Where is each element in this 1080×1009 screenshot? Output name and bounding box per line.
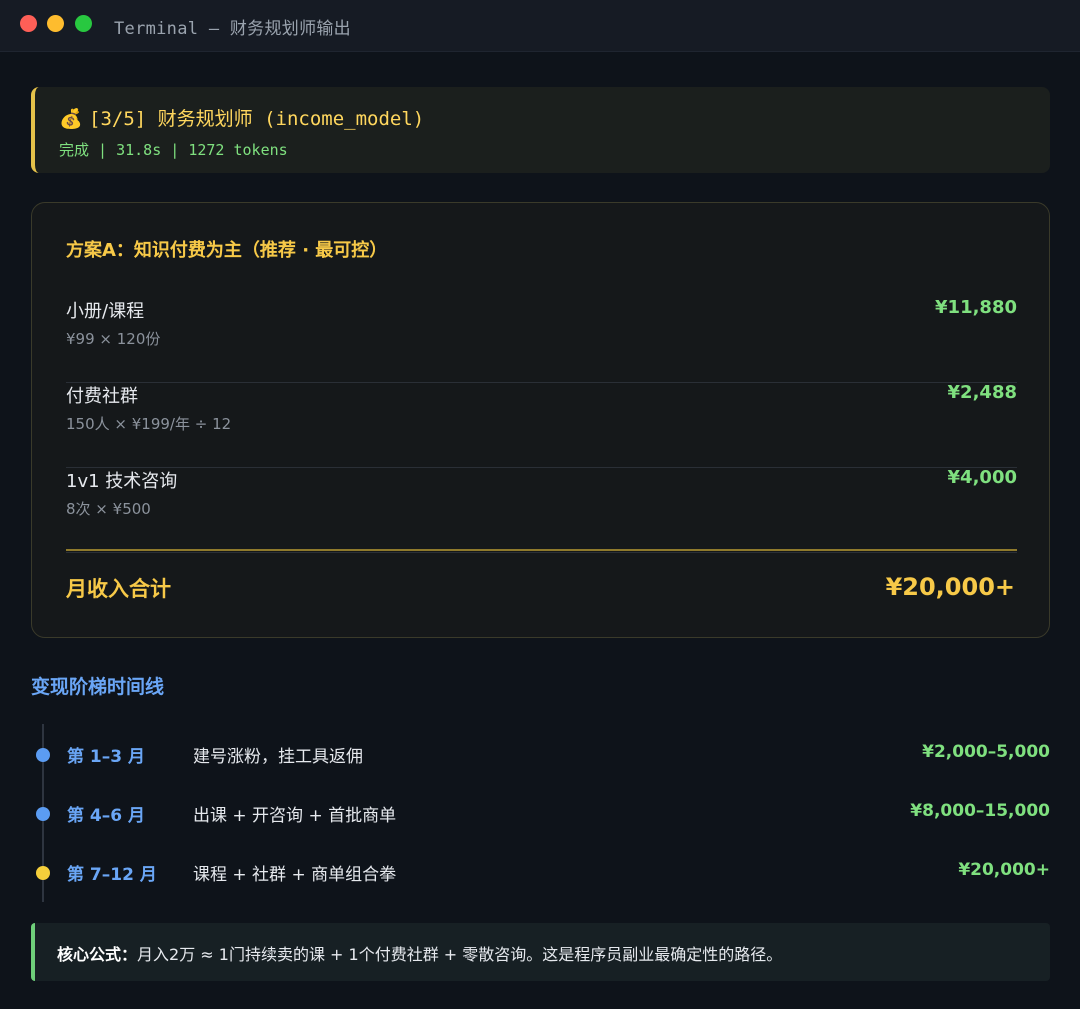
timeline-title: 变现阶梯时间线: [31, 676, 165, 698]
income-item-name: 1v1 技术咨询: [66, 471, 178, 492]
plan-card: 方案A：知识付费为主（推荐 · 最可控） 小册/课程 ¥99 × 120份 ¥1…: [31, 202, 1050, 638]
agent-title: [3/5] 财务规划师 (income_model): [89, 108, 425, 130]
timeline-period: 第 7–12 月: [67, 865, 157, 885]
timeline-period: 第 4–6 月: [67, 806, 145, 826]
timeline-dot-icon: [36, 866, 50, 880]
timeline-dot-icon: [36, 748, 50, 762]
timeline-row: 第 4–6 月 出课 + 开咨询 + 首批商单 ¥8,000–15,000: [31, 801, 1050, 831]
timeline-period: 第 1–3 月: [67, 747, 145, 767]
agent-status-panel: 💰 [3/5] 财务规划师 (income_model) 完成 | 31.8s |…: [31, 87, 1050, 173]
minimize-window-button[interactable]: [47, 15, 64, 32]
formula-text-line: 核心公式：月入2万 ≈ 1门持续卖的课 + 1个付费社群 + 零散咨询。这是程序…: [57, 941, 782, 965]
agent-meta: 完成 | 31.8s | 1272 tokens: [59, 141, 288, 159]
total-label: 月收入合计: [66, 577, 171, 601]
total-divider: [66, 549, 1017, 551]
timeline-amount: ¥20,000+: [958, 860, 1050, 880]
core-formula-callout: 核心公式：月入2万 ≈ 1门持续卖的课 + 1个付费社群 + 零散咨询。这是程序…: [31, 923, 1050, 981]
income-item-desc: ¥99 × 120份: [66, 330, 161, 348]
plan-title: 方案A：知识付费为主（推荐 · 最可控）: [66, 240, 388, 261]
timeline-dot-icon: [36, 807, 50, 821]
title-bar: Terminal — 财务规划师输出: [0, 0, 1080, 52]
terminal-window: Terminal — 财务规划师输出 💰 [3/5] 财务规划师 (income_…: [0, 0, 1080, 1009]
income-item-value: ¥4,000: [947, 467, 1017, 488]
formula-label: 核心公式：: [57, 945, 138, 964]
income-item-value: ¥2,488: [947, 382, 1017, 403]
close-window-button[interactable]: [20, 15, 37, 32]
income-item: 1v1 技术咨询 8次 × ¥500 ¥4,000: [66, 467, 1017, 553]
timeline-amount: ¥8,000–15,000: [910, 801, 1050, 821]
income-item-name: 付费社群: [66, 386, 138, 407]
money-bag-icon: 💰: [59, 108, 83, 130]
timeline-row: 第 1–3 月 建号涨粉，挂工具返佣 ¥2,000–5,000: [31, 742, 1050, 772]
window-title: Terminal — 财务规划师输出: [114, 19, 351, 39]
timeline-amount: ¥2,000–5,000: [922, 742, 1050, 762]
total-value: ¥20,000+: [885, 573, 1015, 601]
income-item-desc: 8次 × ¥500: [66, 500, 151, 518]
formula-text: 月入2万 ≈ 1门持续卖的课 + 1个付费社群 + 零散咨询。这是程序员副业最确…: [137, 945, 783, 964]
income-item: 付费社群 150人 × ¥199/年 ÷ 12 ¥2,488: [66, 382, 1017, 468]
income-item-value: ¥11,880: [935, 297, 1017, 318]
income-item-desc: 150人 × ¥199/年 ÷ 12: [66, 415, 232, 433]
agent-title-line: 💰 [3/5] 财务规划师 (income_model): [59, 104, 424, 131]
maximize-window-button[interactable]: [75, 15, 92, 32]
timeline-desc: 课程 + 社群 + 商单组合拳: [193, 865, 397, 885]
timeline-row: 第 7–12 月 课程 + 社群 + 商单组合拳 ¥20,000+: [31, 860, 1050, 890]
timeline-desc: 建号涨粉，挂工具返佣: [193, 747, 363, 767]
income-item: 小册/课程 ¥99 × 120份 ¥11,880: [66, 297, 1017, 383]
timeline-desc: 出课 + 开咨询 + 首批商单: [193, 806, 397, 826]
income-item-name: 小册/课程: [66, 301, 145, 322]
